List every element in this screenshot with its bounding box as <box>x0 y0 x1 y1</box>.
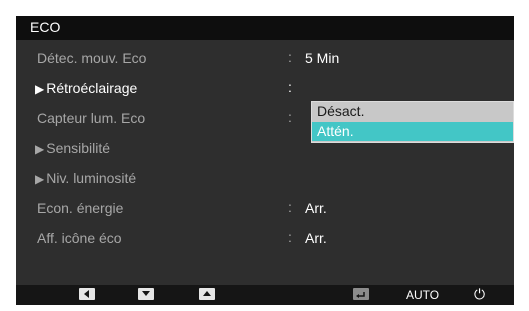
submenu-arrow-icon: ▶ <box>35 142 45 156</box>
menu-item-eco-motion[interactable]: Détec. mouv. Eco : 5 Min <box>16 45 514 71</box>
button-guide-bar: AUTO ⏻ <box>16 285 514 305</box>
submenu-arrow-icon: ▶ <box>35 82 45 96</box>
submenu-arrow-icon: ▶ <box>35 172 45 186</box>
colon-separator: : <box>288 49 292 65</box>
backlight-dropdown[interactable]: Désact. Attén. <box>311 101 514 143</box>
colon-separator: : <box>288 109 292 125</box>
dropdown-option-off[interactable]: Désact. <box>312 102 513 121</box>
dropdown-option-dim[interactable]: Attén. <box>312 122 513 141</box>
menu-item-label: Capteur lum. Eco <box>37 110 146 126</box>
auto-button[interactable]: AUTO <box>406 288 439 302</box>
up-arrow-icon[interactable] <box>199 288 215 300</box>
menu-item-label: Niv. luminosité <box>46 170 137 186</box>
menu-item-brightness-level[interactable]: ▶ Niv. luminosité <box>16 165 514 191</box>
menu-item-value: Arr. <box>305 230 327 246</box>
menu-item-value: 5 Min <box>305 50 340 66</box>
menu-item-label: Détec. mouv. Eco <box>37 50 147 66</box>
menu-body: Détec. mouv. Eco : 5 Min ▶ Rétroéclairage… <box>16 40 514 285</box>
menu-item-backlight[interactable]: ▶ Rétroéclairage : <box>16 75 514 101</box>
power-icon[interactable]: ⏻ <box>474 286 485 303</box>
menu-item-label: Rétroéclairage <box>46 80 138 96</box>
osd-window: ECO Détec. mouv. Eco : 5 Min ▶ Rétroéclai… <box>16 16 514 305</box>
menu-title: ECO <box>30 19 61 35</box>
menu-item-eco-icon-display[interactable]: Aff. icône éco : Arr. <box>16 225 514 251</box>
menu-item-label: Aff. icône éco <box>37 230 122 246</box>
menu-item-value: Arr. <box>305 200 327 216</box>
colon-separator: : <box>288 229 292 245</box>
down-arrow-icon[interactable] <box>138 288 154 300</box>
colon-separator: : <box>288 79 292 95</box>
menu-item-energy-saving[interactable]: Econ. énergie : Arr. <box>16 195 514 221</box>
left-arrow-icon[interactable] <box>79 288 95 300</box>
title-bar: ECO <box>16 16 514 40</box>
enter-icon[interactable] <box>353 288 369 300</box>
menu-item-label: Sensibilité <box>46 140 111 156</box>
colon-separator: : <box>288 199 292 215</box>
menu-item-label: Econ. énergie <box>37 200 124 216</box>
